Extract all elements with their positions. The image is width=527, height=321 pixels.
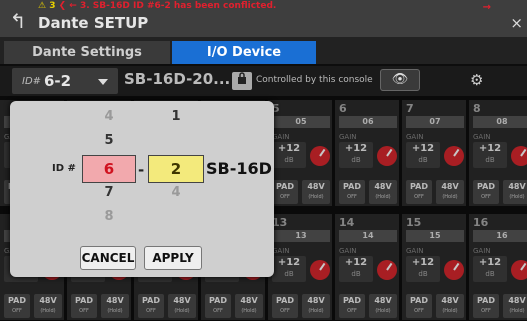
- close-icon[interactable]: ×: [510, 14, 523, 32]
- wheel-item: 1: [171, 109, 181, 124]
- chevron-down-icon: [98, 79, 108, 85]
- id-value: 6-2: [44, 72, 72, 90]
- title-bar: ↰ ⚠ 3 ❮ ← 3. SB-16D ID #6-2 has been con…: [0, 0, 527, 38]
- selected-id[interactable]: 6: [82, 155, 136, 183]
- warning-icon: ⚠ 3: [38, 1, 56, 11]
- gear-icon[interactable]: ⚙: [470, 71, 483, 89]
- wheel-item: 4: [104, 109, 114, 124]
- model-label: SB-16D: [206, 159, 272, 178]
- eye-icon[interactable]: 👁: [380, 69, 420, 91]
- id-picker-dialog: 4 5 7 8 1 3 4 ID # 6 - 2 SB-16D CANCEL A…: [10, 101, 274, 277]
- id-label: ID#: [22, 76, 42, 87]
- warning-arrows: ❮ ←: [58, 1, 77, 11]
- tab-bar: Dante Settings I/O Device: [0, 38, 527, 64]
- page-title: Dante SETUP: [38, 14, 149, 32]
- wheel-item: 5: [104, 133, 114, 148]
- id-label: ID #: [52, 163, 76, 174]
- control-status: Controlled by this console: [256, 75, 373, 85]
- lock-icon[interactable]: [232, 72, 252, 90]
- wheel-item: 8: [104, 209, 114, 224]
- wheel-item: 7: [104, 185, 114, 200]
- next-arrow-icon[interactable]: →: [483, 2, 491, 13]
- apply-button[interactable]: APPLY: [144, 246, 202, 270]
- cancel-button[interactable]: CANCEL: [80, 246, 136, 270]
- device-name[interactable]: SB-16D-20...: [124, 70, 230, 88]
- tab-dante-settings[interactable]: Dante Settings: [4, 41, 170, 64]
- warning-text: 3. SB-16D ID #6-2 has been conflicted.: [79, 1, 277, 11]
- back-arrow-icon[interactable]: ↰: [4, 8, 32, 34]
- selected-channel[interactable]: 2: [148, 155, 204, 183]
- separator: -: [138, 161, 145, 179]
- warning-banner[interactable]: ⚠ 3 ❮ ← 3. SB-16D ID #6-2 has been confl…: [38, 1, 276, 11]
- tab-io-device[interactable]: I/O Device: [172, 41, 316, 64]
- wheel-item: 4: [171, 185, 181, 200]
- device-toolbar: ID# 6-2 SB-16D-20... Controlled by this …: [0, 66, 527, 96]
- id-selector[interactable]: ID# 6-2: [12, 68, 118, 94]
